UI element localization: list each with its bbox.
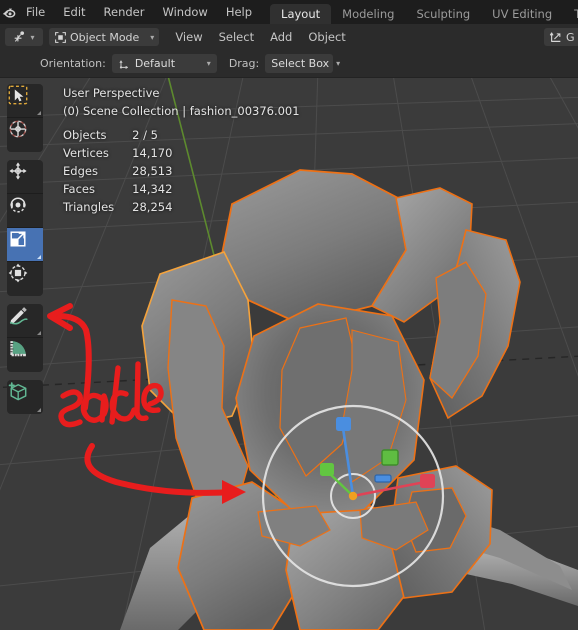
transform-icon xyxy=(8,263,28,283)
tool-corner-indicator xyxy=(37,408,41,412)
drag-chevron: ▾ xyxy=(336,59,341,68)
mode-selector-button[interactable]: Object Mode ▾ xyxy=(49,28,160,46)
editor-type-icon xyxy=(15,31,25,42)
toolbar-group-annotate xyxy=(7,304,43,372)
toolbar-group-add xyxy=(7,380,43,414)
scale-tool[interactable] xyxy=(7,228,43,262)
tool-corner-indicator xyxy=(37,255,41,259)
orientation-label: Orientation: xyxy=(40,57,106,70)
editor-type-button[interactable]: ▾ xyxy=(5,28,43,46)
toolbar-group-transform xyxy=(7,160,43,296)
add-cube-tool[interactable] xyxy=(7,380,43,414)
mode-selector-chevron: ▾ xyxy=(150,32,155,42)
viewport-canvas xyxy=(0,78,578,630)
gizmo-plane-xy-handle xyxy=(374,474,392,483)
menu-render[interactable]: Render xyxy=(95,0,154,24)
gizmo-z-handle xyxy=(336,417,351,431)
tab-uv-editing[interactable]: UV Editing xyxy=(481,4,563,24)
pencil-icon xyxy=(9,307,28,325)
menu-help[interactable]: Help xyxy=(217,0,261,24)
transform-orientation-button[interactable]: G xyxy=(544,28,578,46)
viewport-header: ▾ Object Mode ▾ View Select Add Object G xyxy=(0,24,578,50)
drag-label: Drag: xyxy=(228,57,260,70)
blender-window: File Edit Render Window Help Layout Mode… xyxy=(0,0,578,630)
3d-cursor-icon xyxy=(9,120,27,138)
top-bar: File Edit Render Window Help Layout Mode… xyxy=(0,0,578,24)
menu-file[interactable]: File xyxy=(17,0,54,24)
drag-value: Select Box xyxy=(271,57,330,70)
transform-orientation-icon xyxy=(549,32,561,42)
viewport-menu-object[interactable]: Object xyxy=(300,30,353,44)
orientation-value: Default xyxy=(134,57,176,70)
gizmo-origin-dot xyxy=(348,491,358,501)
rotate-icon xyxy=(9,197,27,213)
tweak-select-box-tool[interactable] xyxy=(7,84,43,118)
transform-tool[interactable] xyxy=(7,262,43,296)
tool-settings-bar: Orientation: Default ▾ Drag: Select Box … xyxy=(0,50,578,78)
tab-modeling[interactable]: Modeling xyxy=(331,4,405,24)
gizmo-x-handle xyxy=(420,474,435,488)
gizmo-y-handle xyxy=(320,463,334,476)
transform-orientation-group: G xyxy=(544,28,578,46)
tab-layout[interactable]: Layout xyxy=(270,4,332,24)
menu-edit[interactable]: Edit xyxy=(54,0,94,24)
3d-viewport[interactable]: User Perspective (0) Scene Collection | … xyxy=(0,78,578,630)
object-mode-icon xyxy=(55,31,66,43)
move-icon xyxy=(9,162,27,180)
viewport-menu-add[interactable]: Add xyxy=(262,30,300,44)
ruler-icon xyxy=(10,341,26,357)
move-tool[interactable] xyxy=(7,160,43,194)
viewport-toolbar xyxy=(7,84,43,422)
orientation-chevron: ▾ xyxy=(206,59,211,68)
viewport-menu-view[interactable]: View xyxy=(167,30,210,44)
editor-type-chevron: ▾ xyxy=(30,32,35,42)
blender-logo-icon[interactable] xyxy=(0,0,17,24)
annotate-tool[interactable] xyxy=(7,304,43,338)
orientation-axis-icon xyxy=(119,60,128,69)
transform-orientation-label: G xyxy=(566,30,575,44)
rotate-tool[interactable] xyxy=(7,194,43,228)
toolbar-group-select xyxy=(7,84,43,152)
tool-corner-indicator xyxy=(37,331,41,335)
scale-icon xyxy=(10,231,26,247)
drag-dropdown[interactable]: Select Box ▾ xyxy=(265,54,340,73)
tab-sculpting[interactable]: Sculpting xyxy=(405,4,481,24)
mode-selector-label: Object Mode xyxy=(70,30,140,44)
orientation-dropdown[interactable]: Default ▾ xyxy=(111,54,217,73)
select-box-icon xyxy=(8,85,28,105)
workspace-tabs: Layout Modeling Sculpting UV Editing Tex… xyxy=(270,0,578,24)
measure-tool[interactable] xyxy=(7,338,43,372)
tool-corner-indicator xyxy=(37,111,41,115)
menu-window[interactable]: Window xyxy=(153,0,216,24)
cursor-tool[interactable] xyxy=(7,118,43,152)
gizmo-plane-xz-handle xyxy=(381,449,399,466)
tab-texture-paint[interactable]: Texture Pai xyxy=(563,4,578,24)
add-cube-icon xyxy=(8,382,27,401)
viewport-menu-select[interactable]: Select xyxy=(211,30,262,44)
